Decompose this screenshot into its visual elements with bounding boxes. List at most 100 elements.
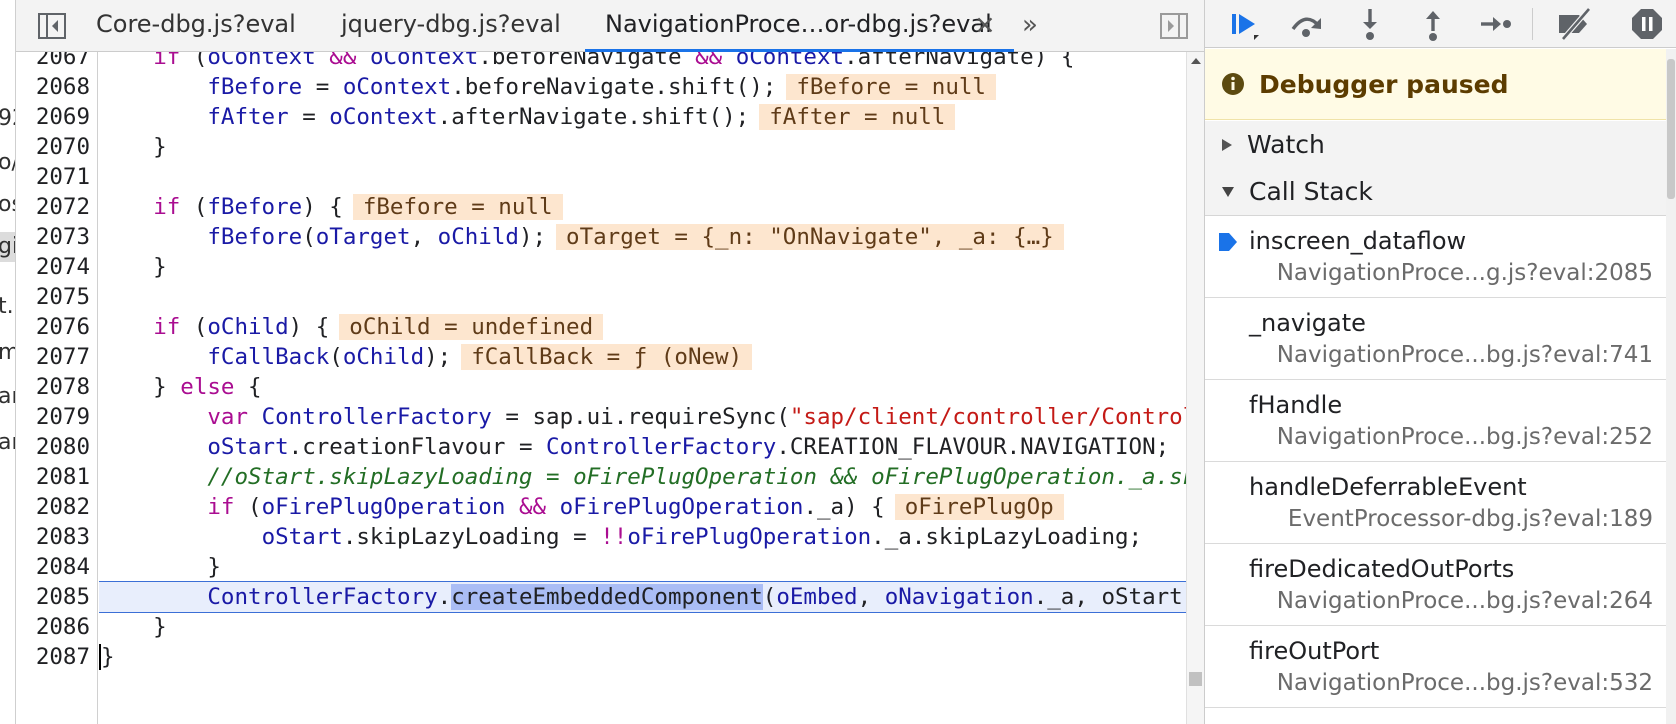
pause-on-exceptions-icon <box>1632 9 1662 39</box>
inline-value: oTarget = {_n: "OnNavigate", _a: {…} <box>556 224 1064 250</box>
navigator-fragment[interactable]: os <box>0 190 15 220</box>
code-line[interactable]: if (oFirePlugOperation && oFirePlugOpera… <box>99 491 1186 523</box>
code-line[interactable]: } <box>99 551 1186 583</box>
code-line[interactable]: } else { <box>99 371 1186 403</box>
line-number-gutter[interactable]: 2067 2068 2069 2070 2071 2072 2073 2074 … <box>16 52 98 724</box>
inline-value: fAfter = null <box>759 104 956 130</box>
call-frame[interactable]: fHandle NavigationProce...bg.js?eval:252 <box>1205 380 1667 462</box>
code-line[interactable] <box>99 281 1186 313</box>
navigator-fragment[interactable]: m <box>0 338 15 368</box>
line-number[interactable]: 2067 <box>16 52 90 73</box>
tab-jquery-dbg[interactable]: jquery-dbg.js?eval <box>341 0 561 52</box>
callstack-section-header[interactable]: Call Stack <box>1205 168 1667 216</box>
frame-name: handleDeferrableEvent <box>1249 473 1527 501</box>
line-number[interactable]: 2076 <box>16 311 90 343</box>
navigator-fragment[interactable]: ar <box>0 428 15 458</box>
line-number[interactable]: 2083 <box>16 521 90 553</box>
frame-location[interactable]: NavigationProce...bg.js?eval:264 <box>1277 588 1653 614</box>
debugger-paused-banner: Debugger paused <box>1205 49 1667 120</box>
close-tab-icon[interactable]: × <box>974 10 996 40</box>
deactivate-breakpoints-icon <box>1559 7 1591 41</box>
line-number[interactable]: 2084 <box>16 551 90 583</box>
frame-location[interactable]: NavigationProce...g.js?eval:2085 <box>1277 260 1653 286</box>
code-editor[interactable]: 2067 2068 2069 2070 2071 2072 2073 2074 … <box>16 52 1204 724</box>
line-number[interactable]: 2073 <box>16 221 90 253</box>
step-into-icon <box>1363 9 1377 40</box>
line-number[interactable]: 2079 <box>16 401 90 433</box>
navigator-pane-edge: 92 o/ os gi t.h m ar ar <box>0 0 16 724</box>
toggle-debugger-sidebar-icon[interactable] <box>1156 8 1192 44</box>
deactivate-breakpoints-button[interactable] <box>1555 4 1595 44</box>
navigator-fragment[interactable]: o/ <box>0 148 15 178</box>
code-line[interactable]: fAfter = oContext.afterNavigate.shift();… <box>99 101 1186 133</box>
code-line[interactable]: if (fBefore) {fBefore = null <box>99 191 1186 223</box>
paused-message: Debugger paused <box>1259 69 1509 99</box>
line-number[interactable]: 2075 <box>16 281 90 313</box>
navigator-fragment[interactable]: t.h <box>0 292 15 322</box>
code-line[interactable]: oStart.skipLazyLoading = !!oFirePlugOper… <box>99 521 1186 553</box>
code-line[interactable]: fBefore = oContext.beforeNavigate.shift(… <box>99 71 1186 103</box>
line-number-current[interactable]: 2085 <box>16 581 90 613</box>
step-icon <box>1481 17 1511 31</box>
line-number[interactable]: 2082 <box>16 491 90 523</box>
code-line[interactable]: //oStart.skipLazyLoading = oFirePlugOper… <box>99 461 1186 493</box>
call-frame[interactable]: fireOutPort NavigationProce...bg.js?eval… <box>1205 626 1667 708</box>
line-number[interactable]: 2071 <box>16 161 90 193</box>
current-execution-line[interactable]: ControllerFactory.createEmbeddedComponen… <box>99 581 1186 613</box>
frame-location[interactable]: NavigationProce...bg.js?eval:532 <box>1277 670 1653 696</box>
line-number[interactable]: 2069 <box>16 101 90 133</box>
resume-button[interactable] <box>1225 4 1265 44</box>
scrollbar-thumb[interactable] <box>1189 672 1202 686</box>
code-line[interactable]: oStart.creationFlavour = ControllerFacto… <box>99 431 1186 463</box>
navigator-fragment[interactable]: 92 <box>0 104 15 134</box>
line-number[interactable]: 2068 <box>16 71 90 103</box>
step-into-button[interactable] <box>1350 4 1390 44</box>
line-number[interactable]: 2080 <box>16 431 90 463</box>
line-number[interactable]: 2074 <box>16 251 90 283</box>
frame-name: _navigate <box>1249 309 1366 337</box>
code-line[interactable]: if (oChild) {oChild = undefined <box>99 311 1186 343</box>
scrollbar-thumb[interactable] <box>1667 59 1675 199</box>
code-content[interactable]: if (oContext && oContext.beforeNavigate … <box>99 52 1186 724</box>
code-line[interactable]: if (oContext && oContext.beforeNavigate … <box>99 52 1186 73</box>
inline-value: oFirePlugOp <box>894 494 1064 520</box>
frame-location[interactable]: EventProcessor-dbg.js?eval:189 <box>1288 506 1653 532</box>
toggle-navigator-icon[interactable] <box>34 8 70 44</box>
step-out-button[interactable] <box>1413 4 1453 44</box>
navigator-fragment[interactable]: ar <box>0 382 15 412</box>
code-line[interactable] <box>99 161 1186 193</box>
frame-location[interactable]: NavigationProce...bg.js?eval:252 <box>1277 424 1653 450</box>
tab-core-dbg[interactable]: Core-dbg.js?eval <box>96 0 296 52</box>
line-number[interactable]: 2087 <box>16 641 90 673</box>
line-number[interactable]: 2081 <box>16 461 90 493</box>
frame-location[interactable]: NavigationProce...bg.js?eval:741 <box>1277 342 1653 368</box>
code-line[interactable]: var ControllerFactory = sap.ui.requireSy… <box>99 401 1186 433</box>
inline-value: oChild = undefined <box>339 314 604 340</box>
call-frame[interactable]: handleDeferrableEvent EventProcessor-dbg… <box>1205 462 1667 544</box>
line-number[interactable]: 2072 <box>16 191 90 223</box>
line-number[interactable]: 2078 <box>16 371 90 403</box>
step-button[interactable] <box>1475 4 1515 44</box>
navigator-fragment-selected[interactable]: gi <box>0 232 15 262</box>
line-number[interactable]: 2086 <box>16 611 90 643</box>
step-over-button[interactable] <box>1286 4 1326 44</box>
code-line[interactable]: } <box>99 131 1186 163</box>
editor-scrollbar[interactable] <box>1186 52 1204 724</box>
call-frame[interactable]: fireDedicatedOutPorts NavigationProce...… <box>1205 544 1667 626</box>
code-line[interactable]: fBefore(oTarget, oChild); oTarget = {_n: … <box>99 221 1186 253</box>
more-tabs-icon[interactable]: » <box>1022 10 1038 40</box>
code-line[interactable]: } <box>99 611 1186 643</box>
code-line[interactable]: } <box>99 641 1186 673</box>
call-frame-current[interactable]: inscreen_dataflow NavigationProce...g.js… <box>1205 216 1667 298</box>
call-frame[interactable]: _navigate NavigationProce...bg.js?eval:7… <box>1205 298 1667 380</box>
watch-section-header[interactable]: Watch <box>1205 121 1667 169</box>
code-line[interactable]: fCallBack(oChild); fCallBack = ƒ (oNew) <box>99 341 1186 373</box>
line-number[interactable]: 2070 <box>16 131 90 163</box>
code-line[interactable]: } <box>99 251 1186 283</box>
line-number[interactable]: 2077 <box>16 341 90 373</box>
sidebar-scrollbar[interactable] <box>1666 49 1676 724</box>
pause-on-exceptions-button[interactable] <box>1627 4 1667 44</box>
tab-navigation-processor-dbg[interactable]: NavigationProce…or-dbg.js?eval <box>585 0 1014 52</box>
resume-icon <box>1232 14 1259 40</box>
scroll-up-arrow-icon[interactable] <box>1191 58 1201 64</box>
